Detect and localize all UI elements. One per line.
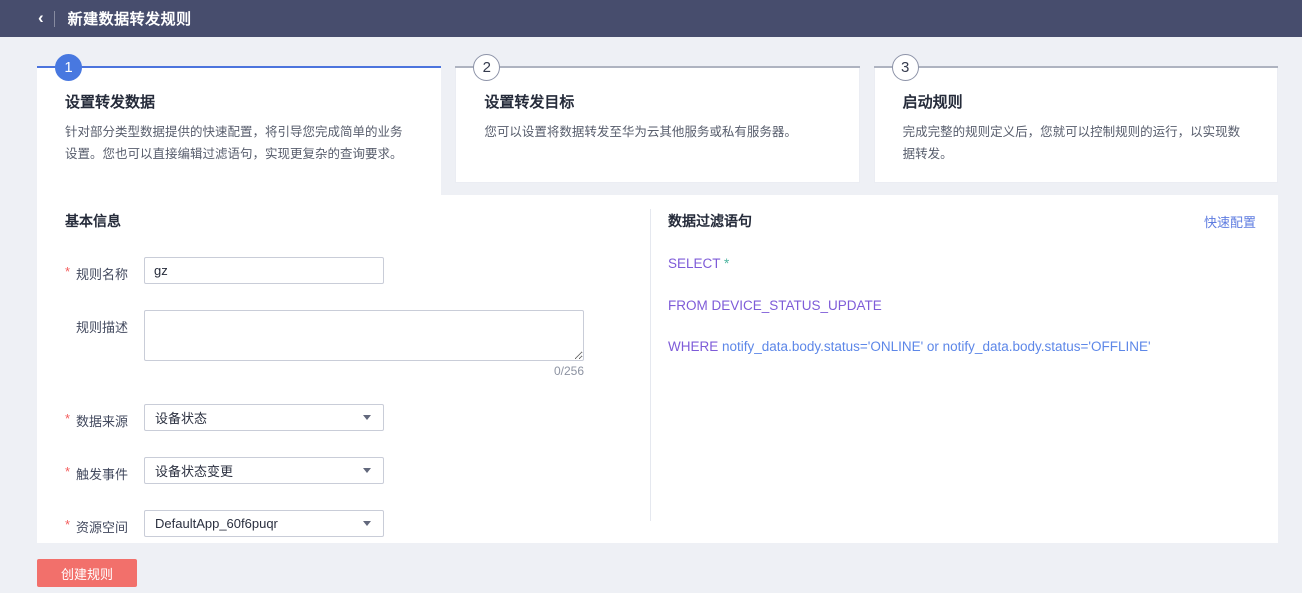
rule-description-row: 规则描述 0/256 (65, 310, 650, 378)
step-body: 设置转发目标 您可以设置将数据转发至华为云其他服务或私有服务器。 (455, 67, 859, 183)
required-mark-empty (65, 310, 76, 317)
back-icon[interactable]: ‹ (36, 7, 54, 30)
step-line (874, 66, 1278, 68)
resource-space-row: * 资源空间 DefaultApp_60f6puqr (65, 510, 650, 537)
step-tab-start-rule[interactable]: 3 启动规则 完成完整的规则定义后，您就可以控制规则的运行，以实现数据转发。 (874, 54, 1278, 183)
step-tab-forward-data[interactable]: 1 设置转发数据 针对部分类型数据提供的快速配置，将引导您完成简单的业务设置。您… (37, 54, 441, 195)
chevron-down-icon (363, 415, 371, 420)
create-rule-button[interactable]: 创建规则 (37, 559, 137, 587)
rule-name-label: 规则名称 (76, 257, 133, 283)
footer-actions: 创建规则 (37, 559, 1302, 587)
trigger-event-select[interactable]: 设备状态变更 (144, 457, 384, 484)
page-title: 新建数据转发规则 (68, 8, 192, 29)
step-line (37, 66, 441, 68)
step-line (455, 66, 859, 68)
sql-select-star: * (724, 256, 729, 271)
data-source-value: 设备状态 (155, 408, 363, 427)
step-body: 启动规则 完成完整的规则定义后，您就可以控制规则的运行，以实现数据转发。 (874, 67, 1278, 183)
page-header: ‹ 新建数据转发规则 (0, 0, 1302, 37)
rule-config-panel: 基本信息 * 规则名称 规则描述 0/256 * 数据来源 设备状态 (37, 195, 1278, 543)
char-counter: 0/256 (554, 364, 584, 378)
sql-where-condition: notify_data.body.status='ONLINE' or noti… (722, 339, 1151, 354)
trigger-event-row: * 触发事件 设备状态变更 (65, 457, 650, 484)
sql-keyword-select: SELECT (668, 256, 720, 271)
chevron-down-icon (363, 521, 371, 526)
section-title-basic-info: 基本信息 (65, 211, 650, 231)
sql-select-line: SELECT * (668, 257, 1256, 271)
rule-name-input[interactable] (144, 257, 384, 284)
sql-from-table: DEVICE_STATUS_UPDATE (712, 298, 882, 313)
required-mark: * (65, 257, 76, 279)
step-number-badge: 3 (892, 54, 919, 81)
resource-space-value: DefaultApp_60f6puqr (155, 516, 363, 531)
sql-panel-header: 数据过滤语句 快速配置 (668, 211, 1256, 231)
step-title: 设置转发目标 (484, 91, 828, 112)
step-title: 设置转发数据 (65, 91, 411, 112)
step-description: 针对部分类型数据提供的快速配置，将引导您完成简单的业务设置。您也可以直接编辑过滤… (65, 122, 411, 166)
required-mark: * (65, 510, 76, 532)
data-source-select[interactable]: 设备状态 (144, 404, 384, 431)
data-source-label: 数据来源 (76, 404, 133, 430)
sql-keyword-from: FROM (668, 298, 708, 313)
step-description: 完成完整的规则定义后，您就可以控制规则的运行，以实现数据转发。 (903, 122, 1247, 166)
resource-space-select[interactable]: DefaultApp_60f6puqr (144, 510, 384, 537)
step-description: 您可以设置将数据转发至华为云其他服务或私有服务器。 (484, 122, 828, 144)
header-divider (54, 11, 55, 27)
trigger-event-value: 设备状态变更 (155, 461, 363, 480)
sql-filter-panel: 数据过滤语句 快速配置 SELECT * FROM DEVICE_STATUS_… (650, 209, 1278, 521)
step-wizard: 1 设置转发数据 针对部分类型数据提供的快速配置，将引导您完成简单的业务设置。您… (37, 54, 1278, 195)
sql-keyword-where: WHERE (668, 339, 718, 354)
rule-description-textarea[interactable] (144, 310, 584, 361)
resource-space-label: 资源空间 (76, 510, 133, 536)
rule-description-label: 规则描述 (76, 310, 133, 336)
sql-panel-title: 数据过滤语句 (668, 211, 752, 231)
step-title: 启动规则 (903, 91, 1247, 112)
data-source-row: * 数据来源 设备状态 (65, 404, 650, 431)
step-number-badge: 1 (55, 54, 82, 81)
quick-config-link[interactable]: 快速配置 (1204, 212, 1256, 231)
step-body: 设置转发数据 针对部分类型数据提供的快速配置，将引导您完成简单的业务设置。您也可… (37, 67, 441, 195)
chevron-down-icon (363, 468, 371, 473)
sql-from-line: FROM DEVICE_STATUS_UPDATE (668, 299, 1256, 313)
step-tab-forward-target[interactable]: 2 设置转发目标 您可以设置将数据转发至华为云其他服务或私有服务器。 (455, 54, 859, 183)
required-mark: * (65, 457, 76, 479)
required-mark: * (65, 404, 76, 426)
basic-info-form: 基本信息 * 规则名称 规则描述 0/256 * 数据来源 设备状态 (37, 195, 650, 543)
sql-where-line: WHERE notify_data.body.status='ONLINE' o… (668, 340, 1256, 354)
sql-statement: SELECT * FROM DEVICE_STATUS_UPDATE WHERE… (668, 257, 1256, 354)
rule-name-row: * 规则名称 (65, 257, 650, 284)
trigger-event-label: 触发事件 (76, 457, 133, 483)
